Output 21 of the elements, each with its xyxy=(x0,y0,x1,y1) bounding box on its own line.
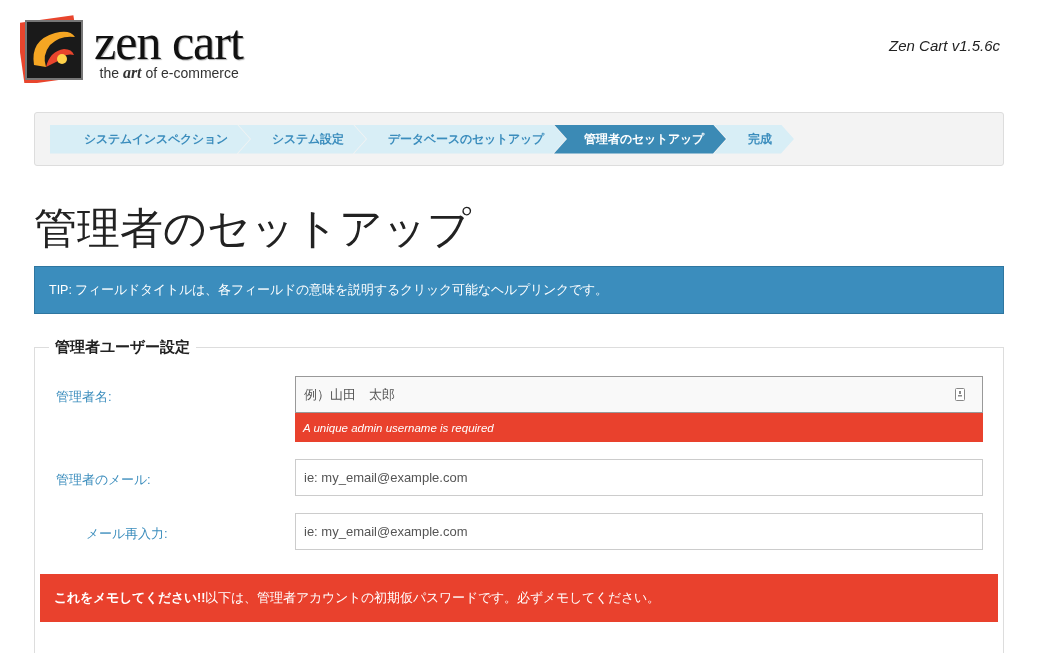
logo-wordmark: zen cart xyxy=(94,17,243,67)
text-field[interactable]: 例）山田 太郎 xyxy=(295,376,983,413)
progress-step[interactable]: 管理者のセットアップ xyxy=(554,124,726,154)
field-label[interactable]: 管理者名: xyxy=(35,376,295,442)
text-field[interactable]: ie: my_email@example.com xyxy=(295,459,983,496)
progress-step[interactable]: システムインスペクション xyxy=(50,124,250,154)
progress-step[interactable]: データベースのセットアップ xyxy=(354,124,566,154)
contact-card-icon[interactable] xyxy=(955,388,965,401)
warning-banner: これをメモしてください!!以下は、管理者アカウントの初期仮パスワードです。必ずメモしてください。 xyxy=(40,574,998,622)
logo-tagline: the art of e-commerce xyxy=(99,65,239,81)
field-label[interactable]: 管理者のメール: xyxy=(35,459,295,496)
fieldset-legend: 管理者ユーザー設定 xyxy=(49,338,196,357)
page-title: 管理者のセットアップ xyxy=(34,203,472,254)
progress-step[interactable]: システム設定 xyxy=(238,124,366,154)
progress-step[interactable]: 完成 xyxy=(714,124,794,154)
tip-banner: TIP: フィールドタイトルは、各フィールドの意味を説明するクリック可能なヘルプリンクです。 xyxy=(34,266,1004,314)
logo-icon xyxy=(20,15,86,83)
field-label[interactable]: メール再入力: xyxy=(35,513,295,550)
version-label: Zen Cart v1.5.6c xyxy=(889,37,1000,54)
text-field[interactable]: ie: my_email@example.com xyxy=(295,513,983,550)
error-message: A unique admin username is required xyxy=(295,413,983,442)
